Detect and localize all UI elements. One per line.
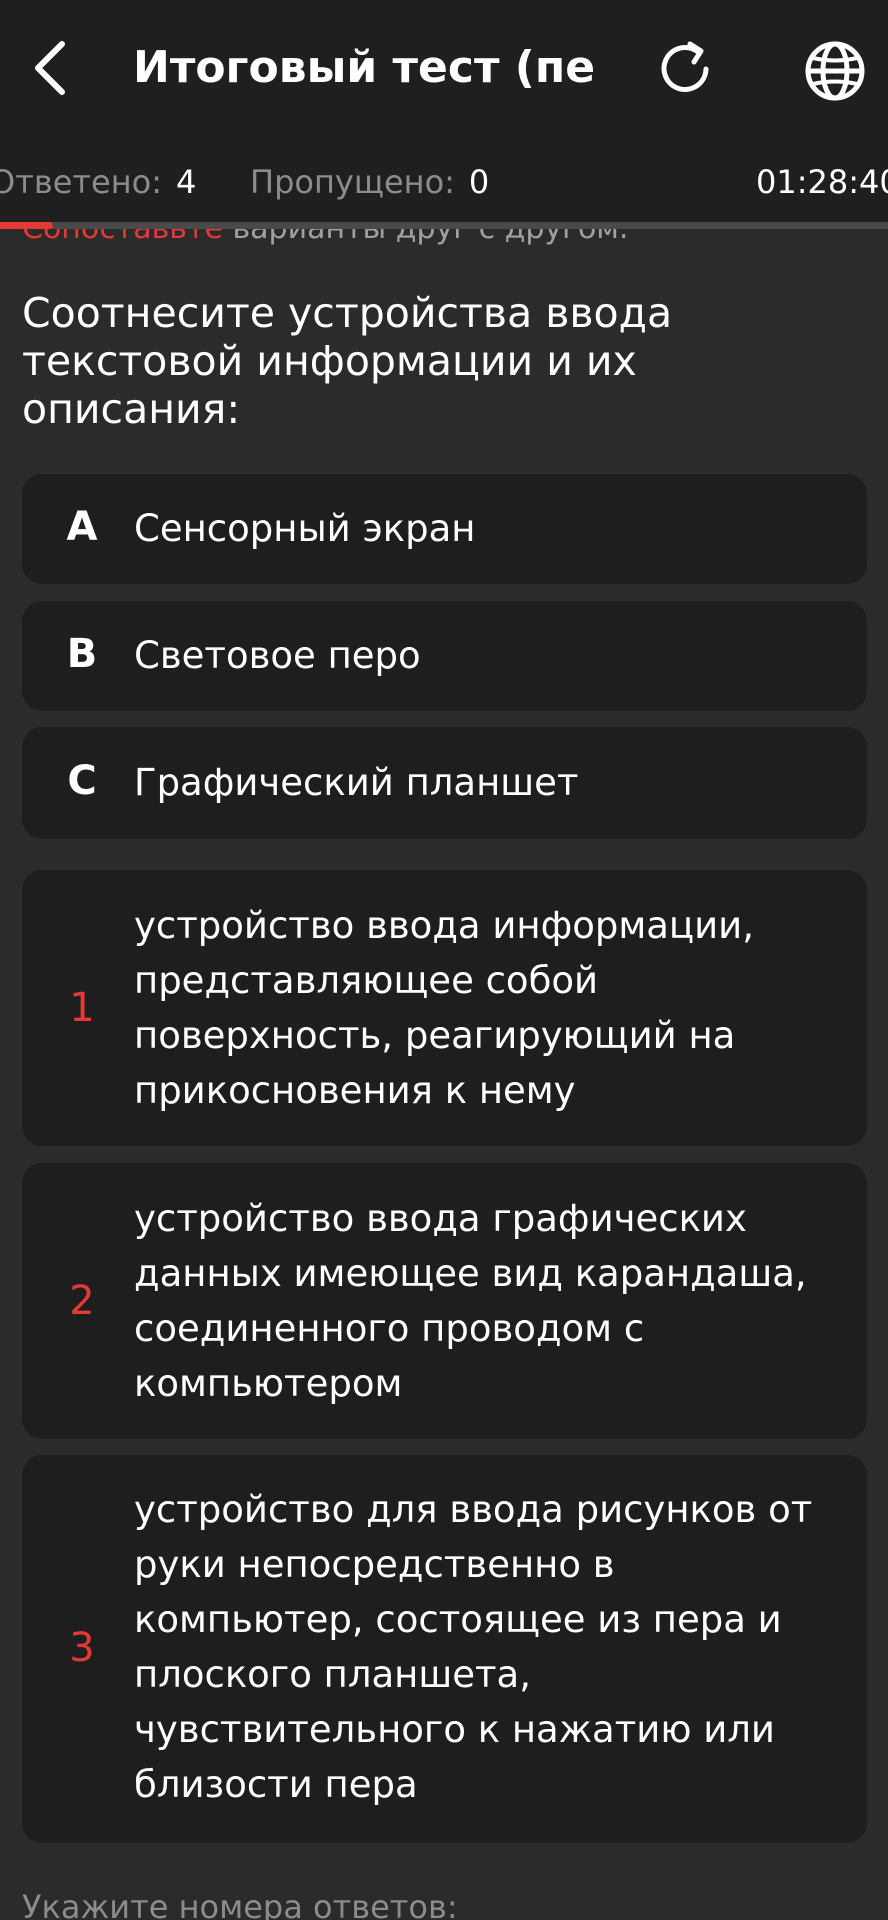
- answer-label: устройство ввода информации, представляю…: [134, 904, 754, 1112]
- answer-label: устройство ввода графических данных имею…: [134, 1197, 807, 1405]
- answer-label: устройство для ввода рисунков от руки не…: [134, 1488, 813, 1806]
- option-key: C: [67, 758, 97, 804]
- quiz-status-bar: Ответено: 4 Пропущено: 0 01:28:40: [0, 140, 888, 224]
- timer: 01:28:40: [756, 163, 888, 201]
- page-title: Итоговый тест (пе…: [133, 42, 593, 93]
- refresh-button[interactable]: [650, 34, 720, 104]
- answer-key: 2: [69, 1278, 95, 1324]
- answer-item-3: 3 устройство для ввода рисунков от руки …: [22, 1455, 867, 1843]
- instruction-rest: варианты друг с другом.: [232, 229, 628, 246]
- language-button[interactable]: [798, 34, 872, 108]
- globe-icon: [805, 41, 865, 101]
- option-label: Графический планшет: [134, 761, 579, 804]
- instruction-accent: Сопоставьте: [22, 229, 223, 246]
- answer-prompt: Укажите номера ответов:: [22, 1888, 458, 1920]
- answer-item-2: 2 устройство ввода графических данных им…: [22, 1163, 867, 1439]
- top-app-bar: Итоговый тест (пе…: [0, 0, 888, 140]
- progress-bar: [0, 222, 888, 229]
- option-item-b: B Световое перо: [22, 601, 867, 711]
- skipped-counter: Пропущено: 0: [250, 162, 489, 202]
- skipped-label: Пропущено:: [250, 163, 455, 201]
- answered-label: Ответено:: [0, 163, 162, 201]
- answer-key: 3: [69, 1625, 95, 1671]
- refresh-icon: [661, 41, 709, 92]
- instruction-text: Сопоставьте варианты друг с другом.: [22, 229, 628, 249]
- option-key: A: [66, 504, 98, 550]
- option-label: Световое перо: [134, 634, 421, 677]
- answer-key: 1: [69, 985, 95, 1031]
- option-item-a: A Сенсорный экран: [22, 474, 867, 584]
- question-content: Сопоставьте варианты друг с другом. Соот…: [0, 229, 888, 1920]
- option-item-c: C Графический планшет: [22, 727, 867, 839]
- option-key: B: [66, 631, 98, 677]
- back-button[interactable]: [22, 30, 78, 106]
- chevron-left-icon: [35, 41, 65, 95]
- progress-fill: [0, 222, 54, 229]
- answered-value: 4: [175, 163, 197, 201]
- answer-item-1: 1 устройство ввода информации, представл…: [22, 870, 867, 1146]
- question-text: Соотнесите устройства ввода текстовой ин…: [22, 289, 673, 433]
- option-label: Сенсорный экран: [134, 507, 476, 550]
- skipped-value: 0: [468, 163, 490, 201]
- answered-counter: Ответено: 4: [0, 162, 196, 202]
